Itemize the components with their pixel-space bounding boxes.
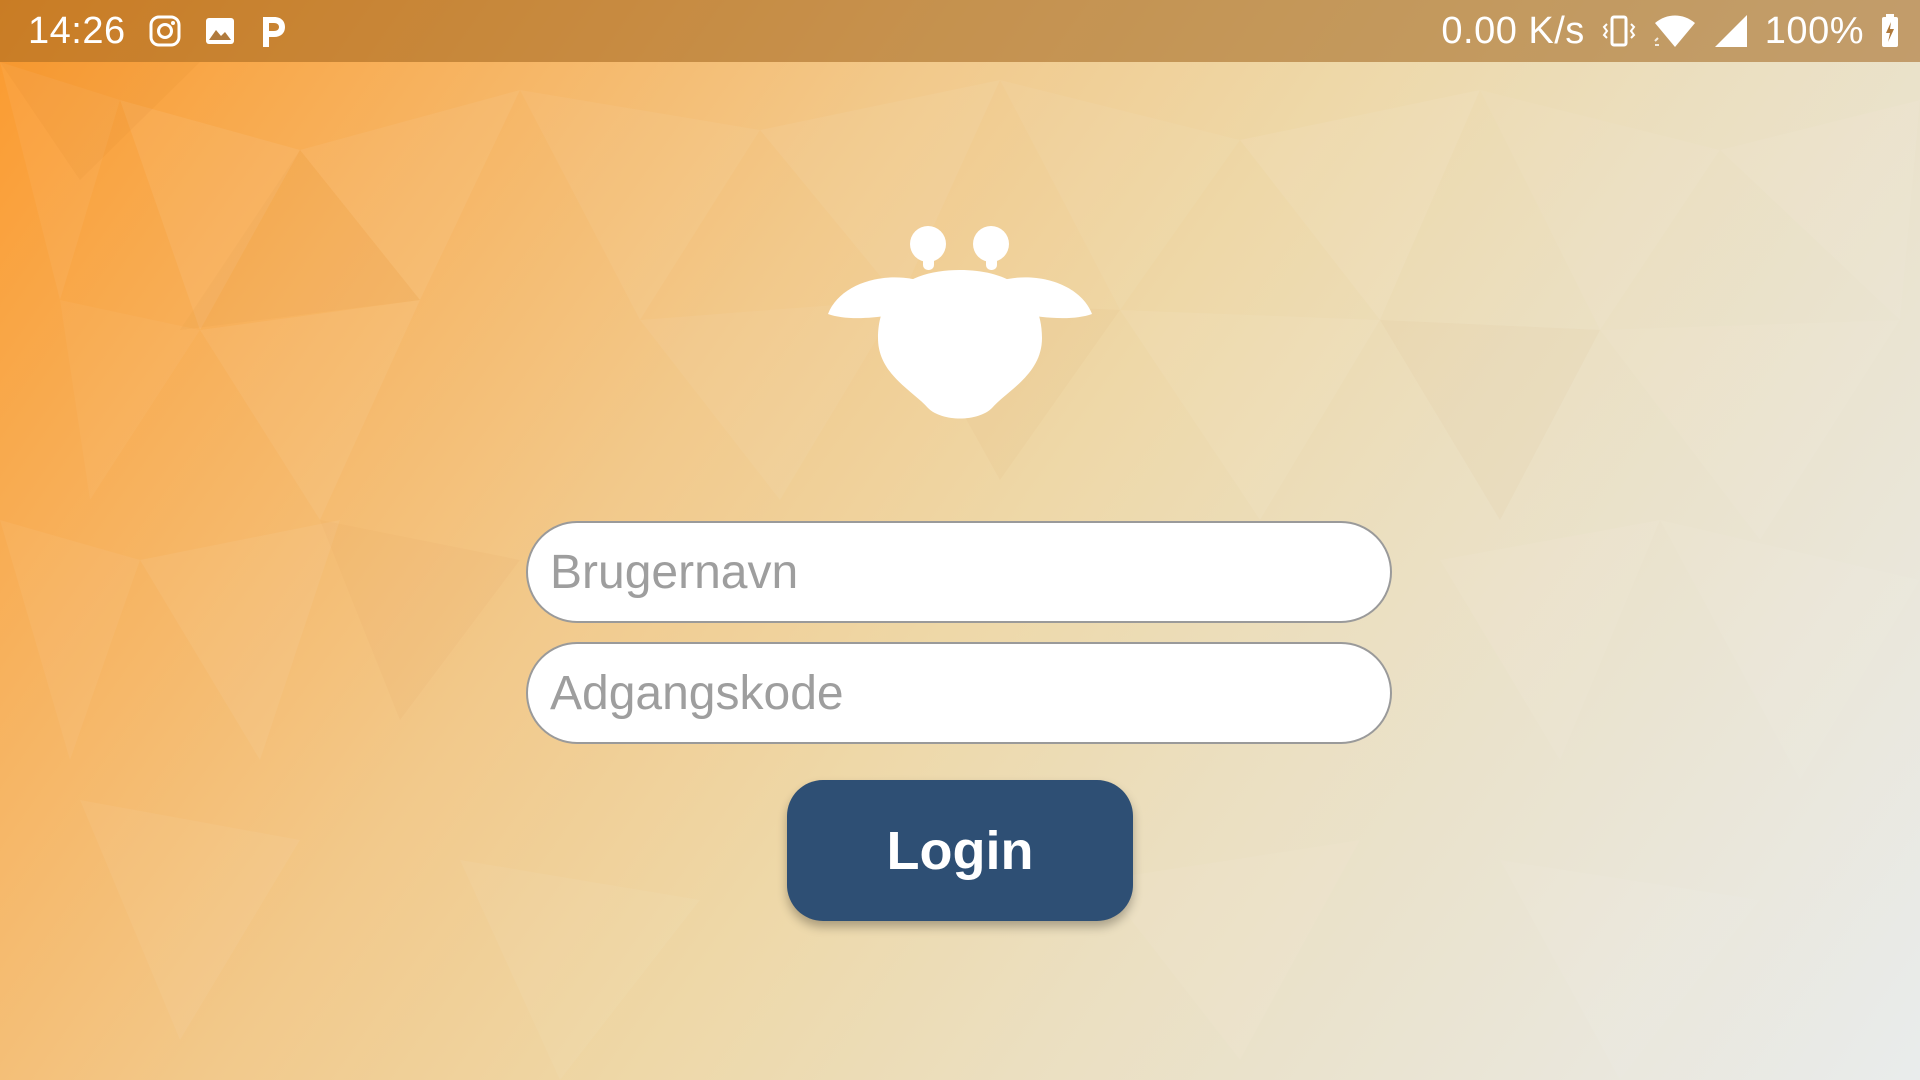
status-bar: 14:26 0.00 K/s 100%	[0, 0, 1920, 62]
battery-charging-icon	[1880, 13, 1900, 49]
password-input[interactable]	[550, 644, 1370, 742]
username-field[interactable]	[526, 521, 1392, 623]
username-input[interactable]	[550, 523, 1370, 621]
network-speed: 0.00 K/s	[1441, 10, 1585, 52]
cell-signal-icon	[1713, 13, 1749, 49]
p-app-icon	[258, 13, 288, 49]
vibrate-icon	[1601, 13, 1637, 49]
status-time: 14:26	[28, 10, 126, 52]
instagram-icon	[148, 14, 182, 48]
status-bar-right: 0.00 K/s 100%	[1441, 0, 1900, 62]
login-button[interactable]: Login	[787, 780, 1133, 921]
status-bar-left: 14:26	[28, 0, 288, 62]
wifi-icon	[1653, 13, 1697, 49]
battery-percent: 100%	[1764, 10, 1864, 52]
giraffe-head-logo	[828, 226, 1092, 419]
password-field[interactable]	[526, 642, 1392, 744]
gallery-icon	[204, 15, 236, 47]
